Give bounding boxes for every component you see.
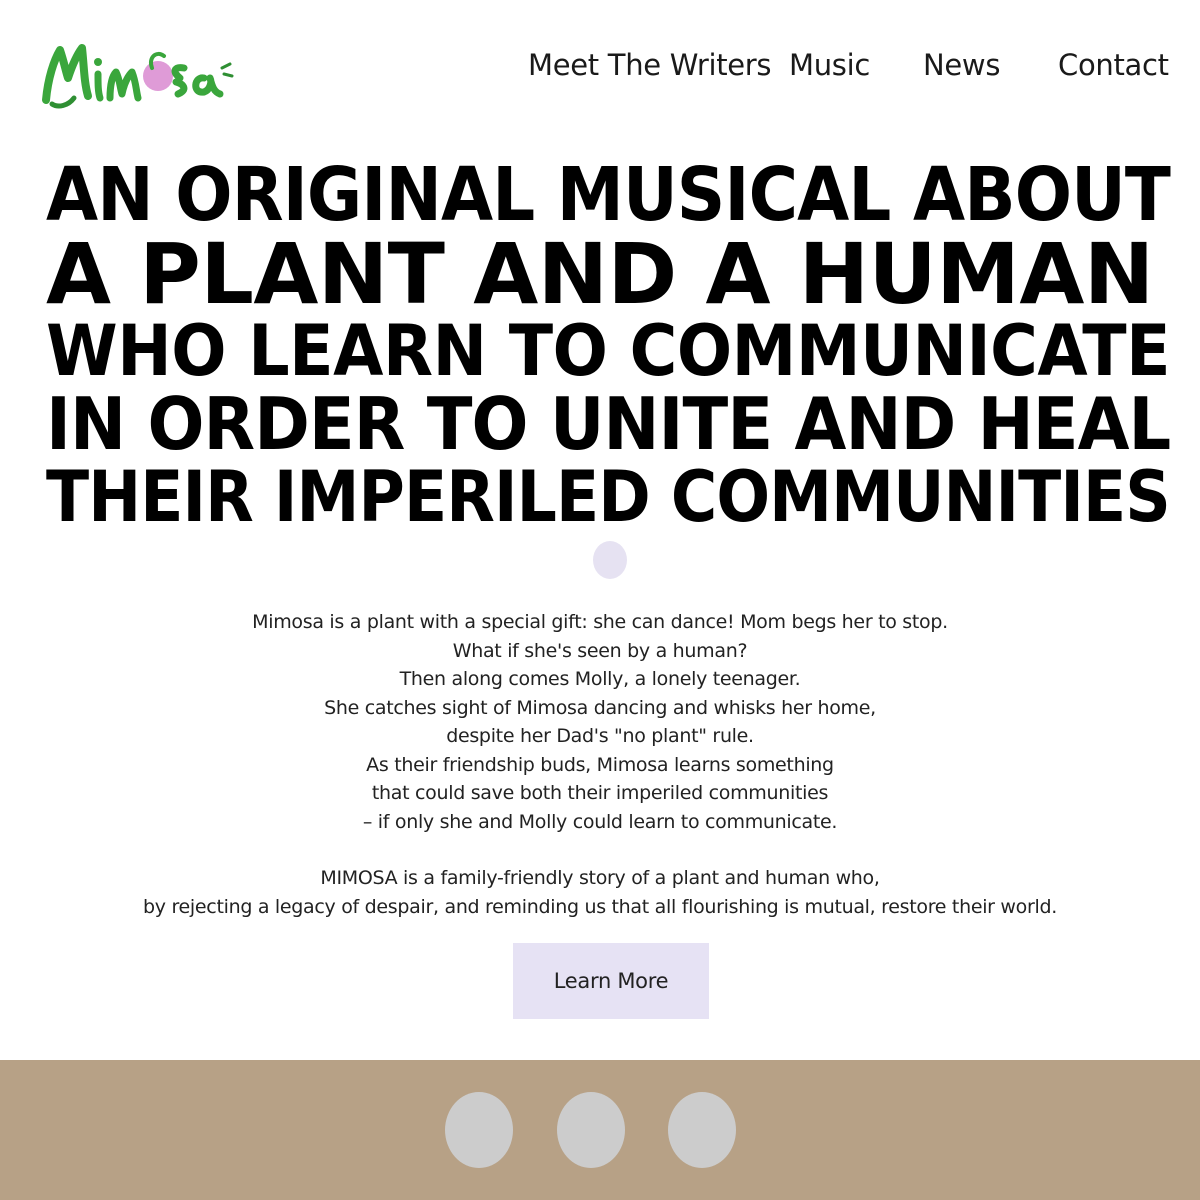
headline-line-4: IN ORDER TO UNITE AND HEAL (46, 382, 1171, 466)
story-line: that could save both their imperiled com… (371, 782, 829, 804)
story-line: She catches sight of Mimosa dancing and … (324, 696, 876, 719)
nav-meet-the-writers[interactable]: Meet The Writers (528, 48, 772, 82)
learn-more-button[interactable]: Learn More (513, 943, 709, 1019)
nav-music[interactable]: Music (789, 48, 870, 82)
story-paragraph-1: Mimosa is a plant with a special gift: s… (0, 608, 1200, 836)
story-line: Then along comes Molly, a lonely teenage… (399, 668, 801, 690)
story-paragraph-2: MIMOSA is a family-friendly story of a p… (0, 864, 1200, 921)
main-nav: Meet The Writers Music News Contact (0, 48, 1200, 88)
nav-news[interactable]: News (923, 48, 1000, 82)
headline-line-2: A PLANT AND A HUMAN (46, 225, 1154, 323)
story-line: Mimosa is a plant with a special gift: s… (252, 611, 948, 633)
headline-line-3: WHO LEARN TO COMMUNICATE (46, 310, 1171, 392)
story-text: Mimosa is a plant with a special gift: s… (0, 608, 1200, 921)
story-line: MIMOSA is a family-friendly story of a p… (320, 867, 880, 889)
footer-band (0, 1060, 1200, 1200)
story-line: As their friendship buds, Mimosa learns … (366, 753, 834, 776)
headline-line-5: THEIR IMPERILED COMMUNITIES (46, 456, 1171, 538)
social-icon-1[interactable] (445, 1092, 513, 1168)
nav-contact[interactable]: Contact (1058, 48, 1169, 82)
story-line: despite her Dad's "no plant" rule. (446, 725, 754, 747)
social-icon-3[interactable] (668, 1092, 736, 1168)
story-line: What if she's seen by a human? (452, 639, 748, 662)
story-line: – if only she and Molly could learn to c… (362, 810, 838, 833)
story-line: by rejecting a legacy of despair, and re… (143, 895, 1057, 918)
decorative-dot (593, 541, 627, 579)
hero-headline: AN ORIGINAL MUSICAL ABOUT A PLANT AND A … (46, 152, 1171, 538)
headline-line-1: AN ORIGINAL MUSICAL ABOUT (46, 152, 1171, 238)
social-icon-2[interactable] (557, 1092, 625, 1168)
